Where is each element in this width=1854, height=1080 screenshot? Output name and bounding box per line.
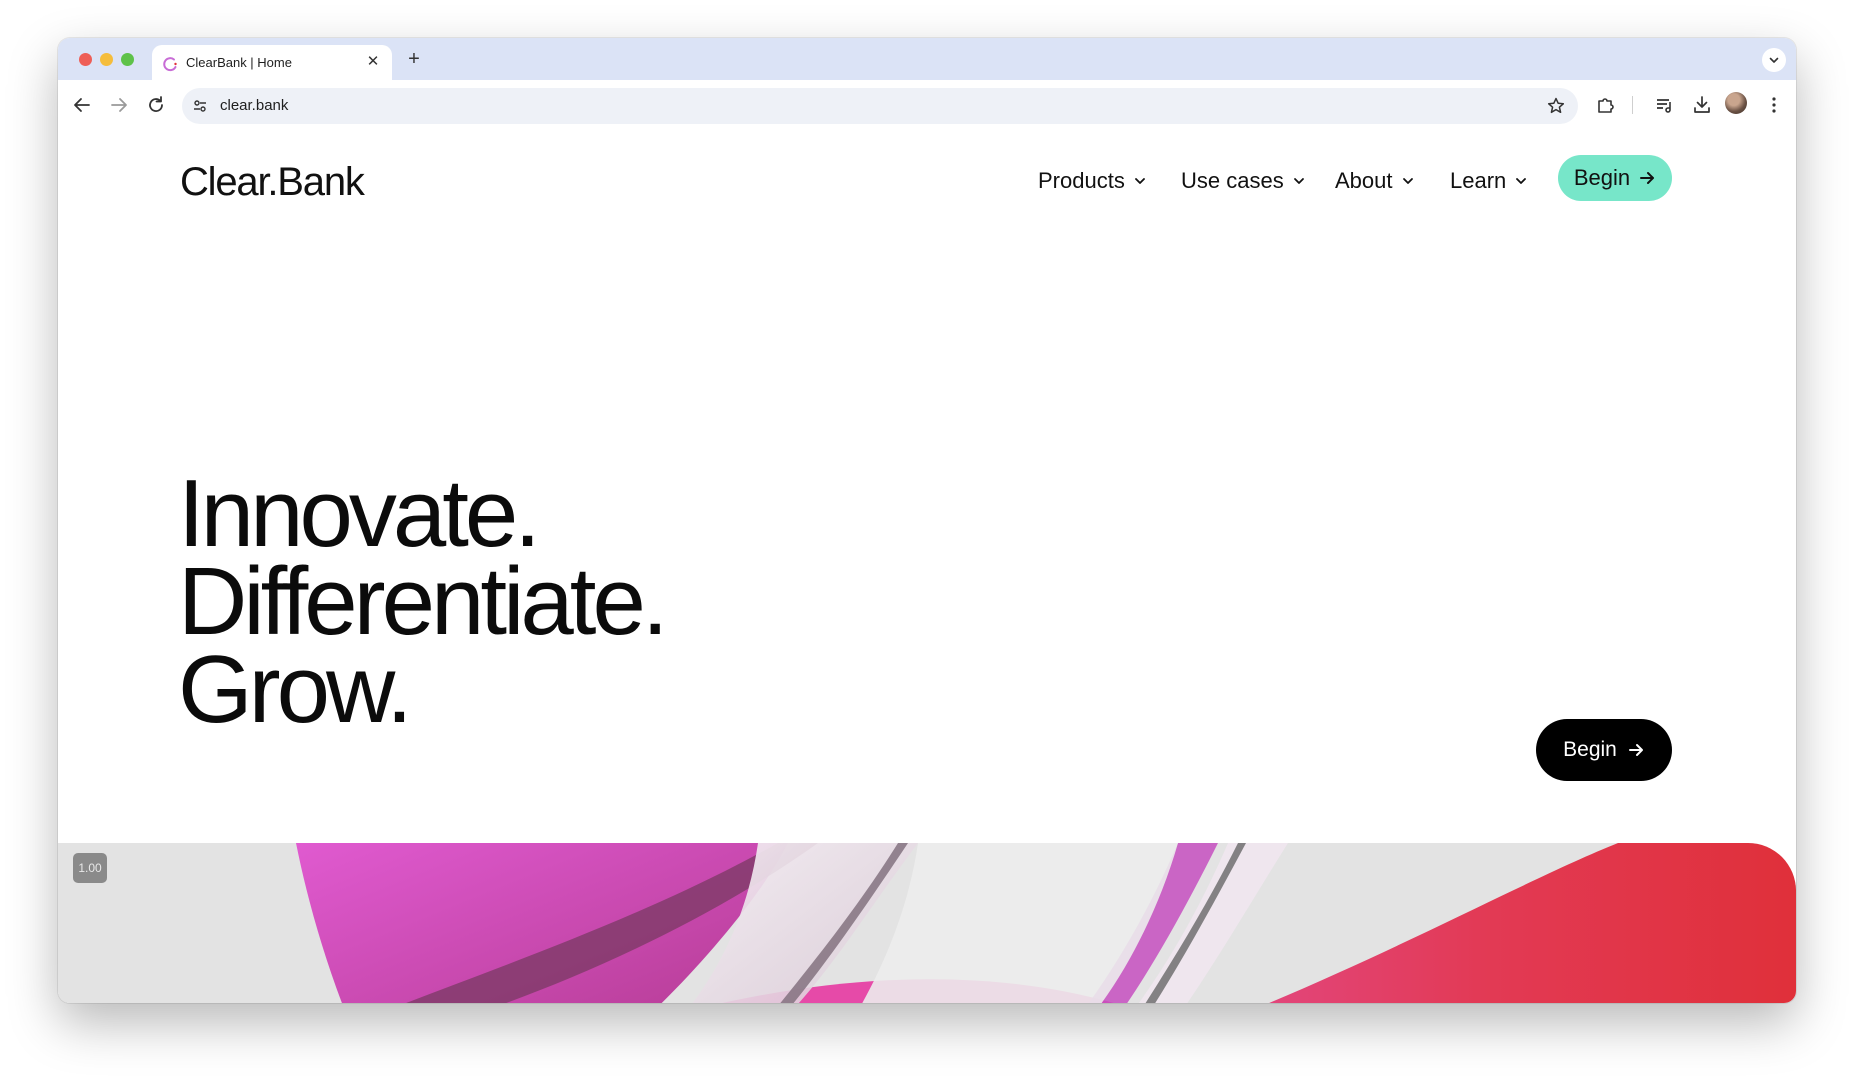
hero-video[interactable]: 1.00: [58, 843, 1796, 1003]
minimize-window-button[interactable]: [100, 53, 113, 66]
close-window-button[interactable]: [79, 53, 92, 66]
header-begin-label: Begin: [1573, 165, 1631, 190]
browser-window: ClearBank | Home ✕ + clear.bank Clear.Ba…: [58, 38, 1796, 1003]
nav-item-label: Use cases: [1181, 168, 1284, 193]
nav-item-label: Products: [1038, 168, 1125, 193]
nav-item-learn[interactable]: Learn: [1450, 166, 1528, 196]
playlist-icon[interactable]: [1653, 93, 1677, 117]
chevron-down-icon: [1769, 57, 1779, 63]
web-page: Clear.Bank Products Use cases About Lear…: [58, 130, 1796, 1003]
reload-icon[interactable]: [144, 93, 168, 117]
nav-item-products[interactable]: Products: [1038, 166, 1147, 196]
download-icon[interactable]: [1690, 93, 1714, 117]
address-url[interactable]: clear.bank: [220, 97, 288, 114]
hero-abstract-graphic: [58, 843, 1796, 1003]
star-icon[interactable]: [1546, 96, 1566, 116]
tab-strip: ClearBank | Home ✕ +: [58, 38, 1796, 81]
hero-headline: Innovate. Differentiate. Grow.: [178, 460, 669, 743]
hero-line-innovate: Innovate.: [178, 460, 541, 567]
chevron-down-icon: [1134, 178, 1145, 184]
nav-item-use-cases[interactable]: Use cases: [1181, 166, 1306, 196]
arrow-right-icon: [1640, 172, 1655, 184]
arrow-right-icon: [1628, 744, 1643, 756]
chevron-down-icon: [1516, 178, 1527, 184]
hero-begin-label: Begin: [1563, 738, 1617, 761]
hero-begin-button[interactable]: Begin: [1536, 719, 1672, 781]
address-bar[interactable]: clear.bank: [182, 88, 1578, 124]
hero-line-differentiate: Differentiate.: [178, 548, 669, 655]
chevron-down-icon: [1402, 178, 1413, 184]
nav-item-label: About: [1335, 168, 1393, 193]
header-begin-button[interactable]: Begin: [1558, 155, 1672, 201]
browser-toolbar: clear.bank: [58, 80, 1796, 131]
clearbank-favicon-icon: [163, 57, 177, 72]
profile-avatar[interactable]: [1725, 92, 1747, 114]
arrow-left-icon[interactable]: [70, 93, 94, 117]
maximize-window-button[interactable]: [121, 53, 134, 66]
tab-title: ClearBank | Home: [186, 55, 292, 70]
nav-item-label: Learn: [1450, 168, 1507, 193]
new-tab-button[interactable]: +: [403, 48, 425, 70]
puzzle-icon[interactable]: [1594, 93, 1618, 117]
tab-close-button[interactable]: ✕: [364, 53, 382, 71]
tune-icon[interactable]: [192, 98, 208, 114]
toolbar-divider: [1632, 96, 1633, 114]
browser-tab[interactable]: ClearBank | Home ✕: [152, 45, 392, 81]
chevron-down-icon: [1293, 178, 1304, 184]
arrow-right-icon[interactable]: [107, 93, 131, 117]
site-logo[interactable]: Clear.Bank: [180, 160, 365, 205]
hero-line-grow: Grow.: [178, 636, 413, 743]
playback-speed-badge[interactable]: 1.00: [73, 853, 107, 883]
kebab-menu-icon[interactable]: [1762, 93, 1786, 117]
nav-item-about[interactable]: About: [1335, 166, 1415, 196]
tab-search-button[interactable]: [1762, 48, 1786, 72]
